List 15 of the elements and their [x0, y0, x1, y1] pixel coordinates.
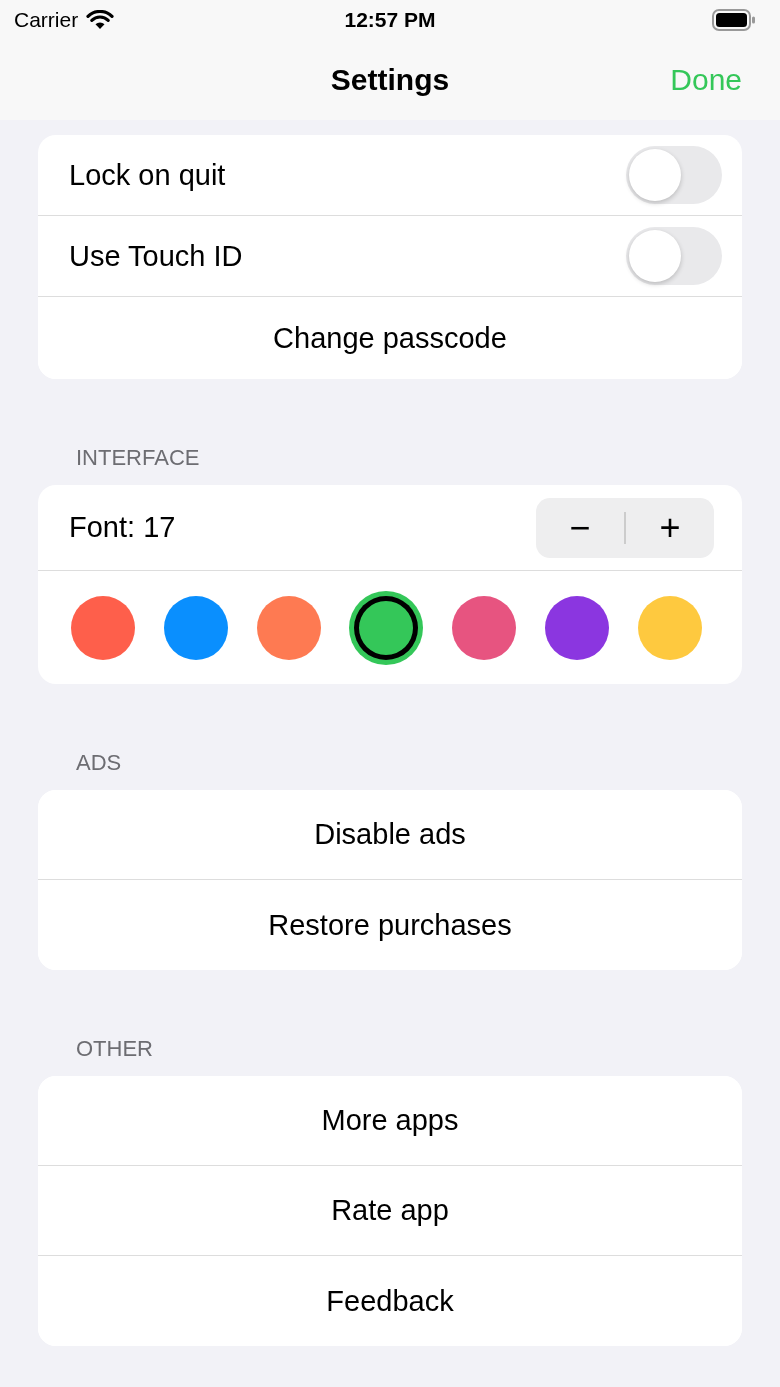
clock-time: 12:57 PM [344, 8, 436, 32]
setting-label: Lock on quit [69, 158, 226, 192]
decrease-button[interactable]: − [536, 497, 624, 558]
section-header: ADS [76, 750, 123, 776]
section-header: OTHER [76, 1036, 154, 1062]
section-header: INTERFACE [76, 445, 201, 471]
wifi-icon [86, 10, 115, 30]
battery-icon [712, 9, 756, 31]
toggle-switch[interactable] [626, 227, 722, 285]
increase-button[interactable]: + [626, 497, 714, 558]
setting-label: Use Touch ID [69, 239, 243, 273]
nav-title: Settings [330, 63, 450, 97]
font-size-label: Font: 17 [69, 511, 176, 544]
toggle-switch[interactable] [626, 146, 722, 204]
carrier-label: Carrier [14, 8, 79, 32]
